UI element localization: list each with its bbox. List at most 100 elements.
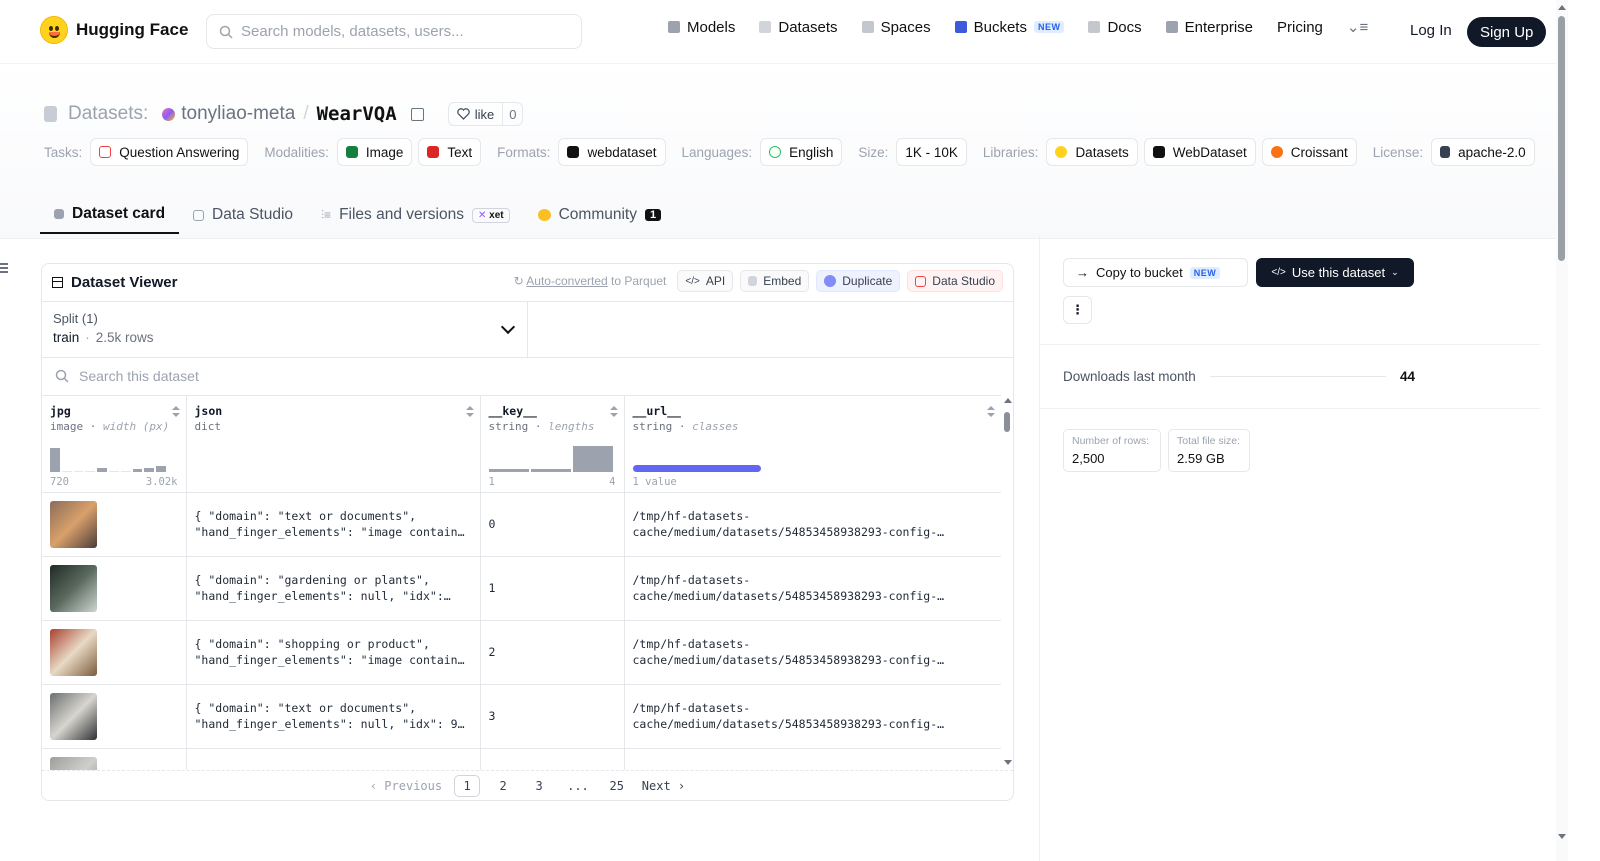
dataset-search[interactable] [42,357,1013,394]
nav-link-buckets[interactable]: Buckets NEW [954,19,1065,36]
cell-url[interactable]: /tmp/hf-datasets-cache/medium/datasets/5… [624,684,1001,749]
nav-link-datasets[interactable]: Datasets [759,19,838,36]
duplicate-button[interactable]: Duplicate [816,270,901,292]
cell-json[interactable]: { "domain": "shopping or product", [186,748,481,770]
histogram-bar[interactable] [572,445,613,472]
sort-icon[interactable] [171,406,180,418]
previous-page-button[interactable]: ‹ Previous [365,775,447,797]
nav-link-models[interactable]: Models [668,19,735,36]
histogram-bar[interactable] [50,448,60,472]
sort-icon[interactable] [987,406,995,418]
data-studio-button[interactable]: Data Studio [907,270,1003,292]
table-row[interactable]: { "domain": "shopping or product", /tmp/h… [42,748,1001,770]
use-this-dataset-button[interactable]: </> Use this dataset ⌄ [1256,258,1414,287]
histogram-bar[interactable] [85,470,96,472]
table-row[interactable]: { "domain": "text or documents", "hand_fi… [42,492,1001,557]
cell-key[interactable] [480,748,625,770]
row-thumbnail[interactable] [50,756,97,770]
global-search-input[interactable] [241,23,561,40]
nav-link-pricing[interactable]: Pricing [1277,19,1323,36]
tag-size[interactable]: 1K - 10K [896,138,967,166]
split-selector[interactable]: Split (1) train · 2.5k rows [42,302,528,357]
login-link[interactable]: Log In [1410,22,1452,39]
cell-json[interactable]: { "domain": "gardening or plants", "hand_… [186,556,481,621]
histogram-bar[interactable] [530,469,571,472]
column-header-json[interactable]: json dict [186,396,481,493]
tab-dataset-card[interactable]: Dataset card [40,196,180,234]
cell-json[interactable]: { "domain": "text or documents", "hand_fi… [186,492,481,557]
cell-key[interactable]: 2 [480,620,625,685]
like-button[interactable]: like 0 [447,102,524,126]
tag-webdataset-library[interactable]: WebDataset [1143,138,1256,166]
brand-logo[interactable]: Hugging Face [40,16,188,44]
more-options-button[interactable]: ⋮ [1063,296,1092,324]
nav-link-spaces[interactable]: Spaces [861,19,931,36]
histogram-bar[interactable] [488,469,529,472]
global-search[interactable] [206,14,582,49]
table-row[interactable]: { "domain": "gardening or plants", "hand_… [42,556,1001,621]
signup-button[interactable]: Sign Up [1467,17,1547,47]
page-button[interactable]: 1 [454,775,481,797]
tab-files-and-versions[interactable]: ⫶≡ Files and versions ✕ xet [307,196,524,234]
tag-question-answering[interactable]: Question Answering [90,138,249,166]
cell-url[interactable]: /tmp/hf-datasets- [624,748,1001,770]
table-row[interactable]: { "domain": "text or documents", "hand_fi… [42,684,1001,749]
tag-image[interactable]: Image [336,138,413,166]
copy-icon[interactable] [410,107,424,121]
histogram-bar[interactable] [97,468,107,472]
histogram-bar[interactable] [156,466,166,472]
breadcrumb-owner[interactable]: tonyliao-meta [181,103,295,125]
copy-to-bucket-button[interactable]: → Copy to bucket NEW [1063,258,1248,287]
column-header-jpg[interactable]: jpg image · width (px) 720 3.02k [42,396,187,493]
nav-link-enterprise[interactable]: Enterprise [1165,19,1253,36]
page-button[interactable]: 25 [604,775,630,797]
cell-image[interactable] [42,492,187,557]
embed-button[interactable]: Embed [740,270,810,292]
cell-image[interactable] [42,684,187,749]
auto-converted-link[interactable]: Auto-converted [526,274,607,288]
nav-link-docs[interactable]: Docs [1088,19,1142,36]
row-thumbnail[interactable] [50,692,97,740]
cell-image[interactable] [42,748,187,770]
api-button[interactable]: </> API [677,270,734,292]
dataset-name[interactable]: WearVQA [317,103,397,125]
histogram-bar[interactable] [61,470,72,472]
dataset-search-input[interactable] [79,368,479,384]
tab-community[interactable]: Community 1 [524,196,676,234]
cell-url[interactable]: /tmp/hf-datasets-cache/medium/datasets/5… [624,556,1001,621]
breadcrumb-section[interactable]: Datasets: [68,103,148,125]
cell-key[interactable]: 0 [480,492,625,557]
tag-text[interactable]: Text [418,138,482,166]
tag-english[interactable]: English [760,138,843,166]
page-scrollbar[interactable] [1556,0,1568,861]
cell-json[interactable]: { "domain": "text or documents", "hand_fi… [186,684,481,749]
sort-icon[interactable] [465,406,474,418]
cell-json[interactable]: { "domain": "shopping or product", "hand_… [186,620,481,685]
cell-key[interactable]: 3 [480,684,625,749]
row-thumbnail[interactable] [50,628,97,676]
column-header-key[interactable]: __key__ string · lengths 14 [480,396,625,493]
page-button[interactable]: 2 [490,775,516,797]
cell-url[interactable]: /tmp/hf-datasets-cache/medium/datasets/5… [624,620,1001,685]
row-thumbnail[interactable] [50,500,97,548]
histogram-bar[interactable] [108,470,119,472]
histogram-bar[interactable] [120,470,131,472]
sort-icon[interactable] [609,406,618,418]
tag-croissant-library[interactable]: Croissant [1261,138,1357,166]
sidebar-toggle-icon[interactable] [0,263,8,275]
next-page-button[interactable]: Next › [637,775,690,797]
table-row[interactable]: { "domain": "shopping or product", "hand_… [42,620,1001,685]
tag-webdataset-format[interactable]: webdataset [558,138,666,166]
cell-url[interactable]: /tmp/hf-datasets-cache/medium/datasets/5… [624,492,1001,557]
table-scrollbar[interactable] [1002,395,1013,770]
histogram-bar[interactable] [132,468,143,472]
page-button[interactable]: 3 [526,775,552,797]
histogram-bar[interactable] [144,468,155,472]
tab-data-studio[interactable]: Data Studio [179,196,307,234]
histogram-bar[interactable] [73,470,84,472]
tag-datasets-library[interactable]: Datasets [1046,138,1138,166]
cell-image[interactable] [42,556,187,621]
cell-image[interactable] [42,620,187,685]
cell-key[interactable]: 1 [480,556,625,621]
tag-license[interactable]: apache-2.0 [1431,138,1535,166]
